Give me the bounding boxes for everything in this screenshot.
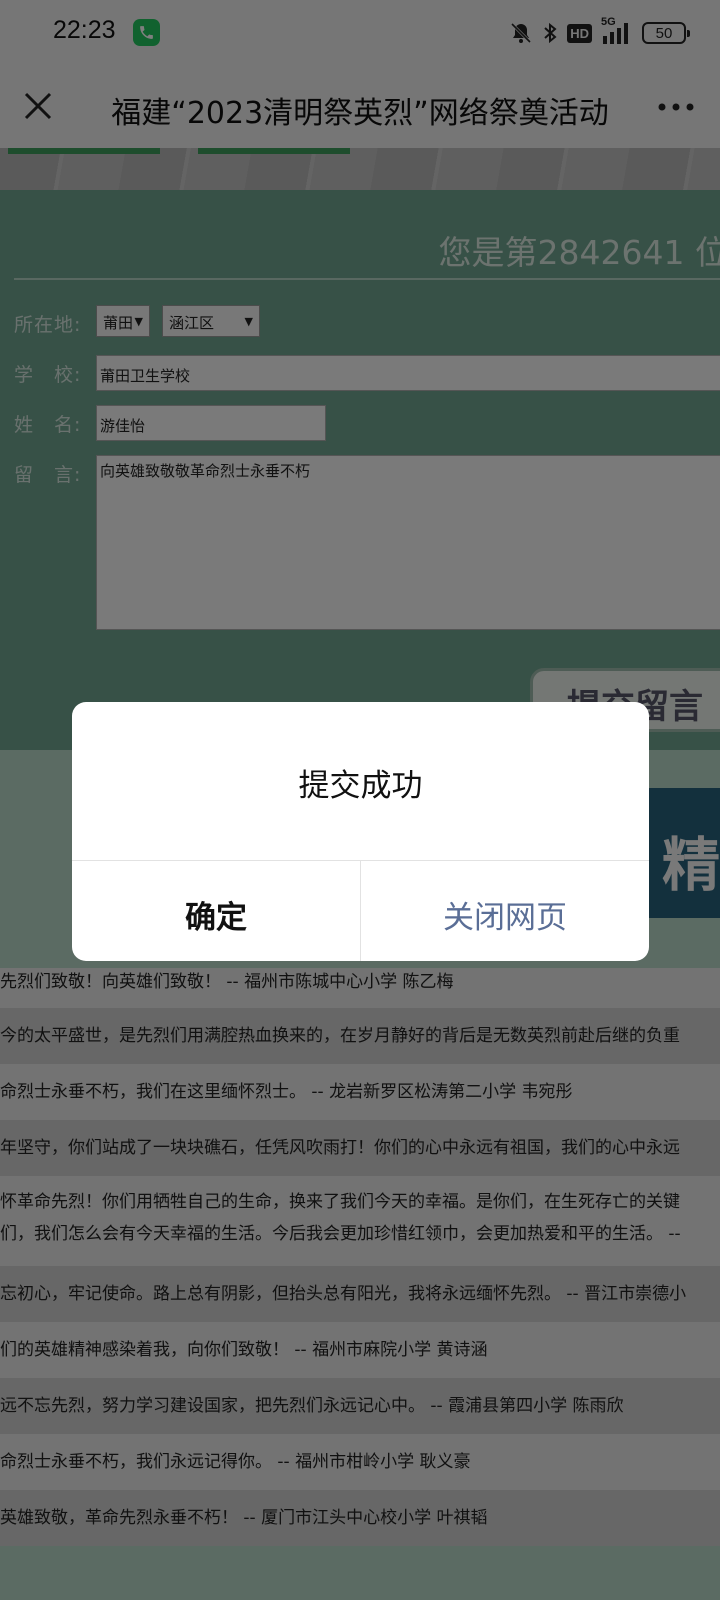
alert-dialog: 提交成功 确定 关闭网页 [72,702,649,961]
dialog-message: 提交成功 [298,768,423,804]
confirm-button[interactable]: 确定 [72,860,360,961]
close-page-button[interactable]: 关闭网页 [361,860,649,961]
